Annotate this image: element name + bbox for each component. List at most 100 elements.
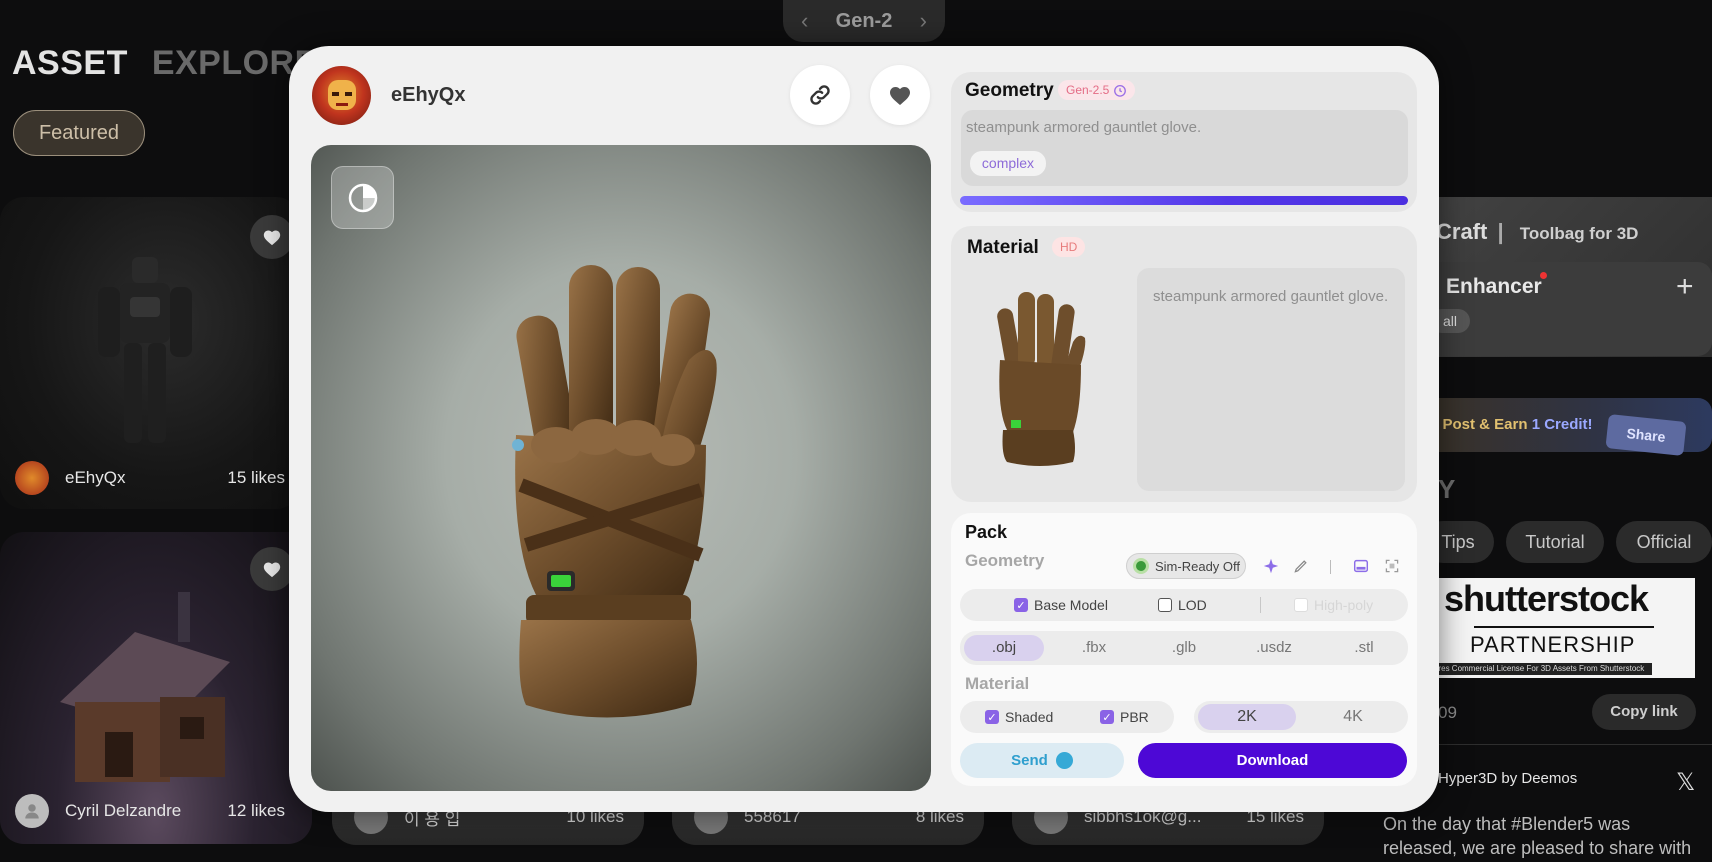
share-banner-text: a Post & Earn 1 Credit! [1430, 416, 1593, 433]
lod-checkbox[interactable]: LOD [1158, 597, 1207, 613]
card-username[interactable]: eEhyQx [65, 468, 125, 488]
robot-model-thumbnail [98, 257, 192, 443]
download-button[interactable]: Download [1138, 743, 1407, 778]
generation-progress-bar [960, 196, 1408, 205]
promo-title-text: Craft [1436, 219, 1488, 244]
gen-prev-arrow-icon[interactable]: ‹ [801, 8, 808, 34]
shutterstock-partnership-image[interactable]: shutterstock PARTNERSHIP ures Commercial… [1430, 578, 1695, 678]
pbr-checkbox[interactable]: ✓ PBR [1100, 709, 1149, 725]
shaded-label: Shaded [1005, 709, 1054, 725]
section-heading: Y [1438, 474, 1456, 504]
pack-material-label: Material [965, 674, 1030, 693]
base-model-checkbox[interactable]: ✓ Base Model [1014, 597, 1108, 613]
send-icon [1055, 752, 1073, 769]
notification-dot [1540, 272, 1547, 279]
enhancer-title: Enhancer [1446, 275, 1542, 298]
geometry-prompt-text: steampunk armored gauntlet glove. [966, 119, 1202, 136]
geometry-title: Geometry [965, 80, 1054, 101]
heart-icon [263, 562, 281, 578]
add-enhancer-button[interactable]: + [1676, 270, 1694, 304]
card-username[interactable]: Cyril Delzandre [65, 801, 181, 821]
tab-official[interactable]: Official [1616, 521, 1712, 563]
resolution-option-2k[interactable]: 2K [1198, 704, 1296, 730]
hd-badge: HD [1052, 237, 1086, 257]
format-option-stl[interactable]: .stl [1324, 635, 1404, 661]
promo-title: Craft | Toolbag for 3D [1436, 219, 1639, 244]
post-text: On the day that #Blender5 was released, … [1383, 814, 1692, 858]
checkbox-checked-icon: ✓ [985, 710, 999, 724]
user-avatar-image [328, 80, 356, 110]
lod-label: LOD [1178, 597, 1207, 613]
material-description-box: steampunk armored gauntlet glove. [1137, 268, 1405, 491]
format-option-glb[interactable]: .glb [1144, 635, 1224, 661]
card-likes: 15 likes [227, 468, 285, 487]
title-asset[interactable]: ASSET [12, 44, 128, 82]
asset-card[interactable]: Cyril Delzandre 12 likes [0, 532, 312, 844]
gen-label: Gen-2 [835, 9, 893, 32]
gen-next-arrow-icon[interactable]: › [920, 8, 927, 34]
scan-icon[interactable] [1381, 555, 1403, 577]
material-preview-thumbnail[interactable] [985, 280, 1105, 470]
gen-version-text: Gen-2.5 [1066, 83, 1110, 97]
user-icon [25, 804, 39, 819]
options-divider [1260, 597, 1261, 613]
shutterstock-wordmark: shutterstock [1444, 578, 1649, 619]
card-footer: Cyril Delzandre 12 likes [15, 794, 285, 828]
complexity-tag: complex [970, 151, 1046, 176]
checkbox-disabled-icon [1294, 598, 1308, 612]
promo-subtitle: Toolbag for 3D [1519, 224, 1639, 243]
checkbox-checked-icon: ✓ [1100, 710, 1114, 724]
format-option-fbx[interactable]: .fbx [1054, 635, 1134, 661]
post-date: 09 [1438, 703, 1457, 722]
view-mode-toggle[interactable] [331, 166, 394, 229]
3d-model-viewer[interactable] [311, 145, 931, 791]
share-text-main: a Post & Earn [1430, 416, 1528, 433]
timer-icon [1114, 84, 1127, 97]
card-like-button[interactable] [250, 215, 294, 259]
featured-filter-chip[interactable]: Featured [13, 110, 145, 156]
edit-icon[interactable] [1290, 555, 1312, 577]
x-logo-icon[interactable]: 𝕏 [1676, 768, 1695, 797]
send-label: Send [1011, 752, 1048, 769]
sparkle-icon[interactable] [1260, 555, 1282, 577]
high-poly-checkbox[interactable]: High-poly [1294, 597, 1373, 613]
copy-link-button[interactable]: Copy link [1592, 694, 1696, 730]
house-model-thumbnail [60, 592, 230, 782]
high-poly-label: High-poly [1314, 597, 1374, 613]
layout-icon[interactable] [1350, 555, 1372, 577]
gen-selector[interactable]: ‹ Gen-2 › [783, 0, 945, 42]
post-author[interactable]: Hyper3D by Deemos [1438, 770, 1577, 787]
sim-ready-toggle[interactable]: Sim-Ready Off [1126, 553, 1246, 579]
checkbox-checked-icon: ✓ [1014, 598, 1028, 612]
format-option-usdz[interactable]: .usdz [1234, 635, 1314, 661]
avatar[interactable] [312, 66, 371, 125]
card-footer: eEhyQx 15 likes [15, 461, 285, 495]
partnership-text: PARTNERSHIP [1470, 632, 1636, 657]
format-option-obj[interactable]: .obj [964, 635, 1044, 661]
card-likes: 12 likes [227, 801, 285, 820]
asset-card[interactable]: eEhyQx 15 likes [0, 197, 300, 509]
avatar[interactable] [15, 461, 49, 495]
modal-username[interactable]: eEhyQx [391, 84, 465, 107]
heart-icon [890, 87, 910, 105]
sim-ready-label: Sim-Ready Off [1155, 558, 1241, 574]
glove-model [512, 265, 717, 718]
pack-geometry-label: Geometry [965, 551, 1045, 570]
shaded-checkbox[interactable]: ✓ Shaded [985, 709, 1053, 725]
material-title: Material [967, 237, 1039, 258]
pbr-label: PBR [1120, 709, 1149, 725]
page-title: ASSET EXPLORE [12, 44, 318, 83]
checkbox-unchecked-icon [1158, 598, 1172, 612]
card-like-button[interactable] [250, 547, 294, 591]
base-model-label: Base Model [1034, 597, 1108, 613]
tab-tutorial[interactable]: Tutorial [1506, 521, 1604, 563]
pack-title: Pack [965, 522, 1008, 542]
send-button[interactable]: Send [960, 743, 1124, 778]
resolution-option-4k[interactable]: 4K [1304, 704, 1402, 730]
shading-mode-icon [348, 183, 377, 212]
like-button[interactable] [870, 65, 930, 125]
copy-link-button[interactable] [790, 65, 850, 125]
link-icon [810, 85, 830, 105]
avatar[interactable] [15, 794, 49, 828]
material-description-text: steampunk armored gauntlet glove. [1153, 288, 1389, 305]
